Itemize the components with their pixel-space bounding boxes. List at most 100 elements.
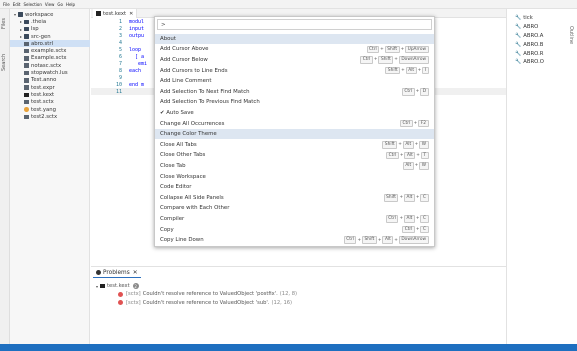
- search-tab[interactable]: Search: [1, 49, 9, 75]
- wrench-icon: 🔧: [515, 32, 522, 39]
- command-label-wrap: Change Color Theme: [160, 131, 217, 137]
- command-label-wrap: Close Tab: [160, 163, 186, 169]
- tab-problems[interactable]: Problems ✕: [93, 268, 141, 278]
- line-number: 6: [118, 54, 122, 60]
- plus-sign: +: [417, 68, 422, 74]
- menu-item[interactable]: View: [45, 2, 55, 7]
- folder-item[interactable]: ▸ .theia: [10, 18, 90, 25]
- command-palette-input[interactable]: >: [157, 19, 432, 30]
- folder-icon: [24, 26, 29, 32]
- command-label-wrap: Code Editor: [160, 184, 191, 190]
- close-icon[interactable]: ✕: [129, 11, 133, 17]
- file-item[interactable]: test.kext: [10, 91, 90, 98]
- command-label: Close Tab: [160, 162, 186, 169]
- outline-label: ABRO.O: [523, 59, 544, 66]
- key-cap: UpArrow: [405, 45, 429, 54]
- command-item[interactable]: Copy Ctrl + C: [155, 225, 434, 235]
- command-item[interactable]: Close Other Tabs Ctrl + Alt + T: [155, 151, 434, 161]
- command-item[interactable]: Add Cursors to Line Ends Shift + Alt + I: [155, 66, 434, 76]
- menu-item[interactable]: Selection: [23, 2, 41, 7]
- key-cap: Alt: [402, 141, 414, 149]
- menu-item[interactable]: Go: [57, 2, 63, 7]
- command-item[interactable]: Close All Tabs Shift + Alt + W: [155, 140, 434, 150]
- command-item[interactable]: Copy Line Down Ctrl + Shift + Alt + DownArrow: [155, 235, 434, 245]
- tab-label: test.kext: [103, 10, 127, 17]
- folder-item[interactable]: ▾ workspace: [10, 11, 90, 18]
- problem-row[interactable]: [sctx] Couldn't resolve reference to Valu…: [118, 290, 297, 298]
- outline-item[interactable]: 🔧 ABRO: [515, 23, 538, 32]
- key-cap: W: [419, 141, 429, 149]
- command-item[interactable]: Compiler Ctrl + Alt + C: [155, 214, 434, 224]
- file-item[interactable]: Example.sctx: [10, 55, 90, 62]
- key-cap: Alt: [404, 151, 416, 160]
- command-label: Add Cursor Above: [160, 46, 209, 53]
- menu-item[interactable]: Edit: [13, 2, 21, 7]
- command-item[interactable]: Compare with Each Other: [155, 204, 434, 214]
- error-icon: [118, 291, 123, 297]
- file-item[interactable]: stopwatch.lus: [10, 69, 90, 76]
- menu-item[interactable]: File: [3, 2, 10, 7]
- command-item[interactable]: Close Workspace: [155, 172, 434, 182]
- file-item[interactable]: test.sctx: [10, 99, 90, 106]
- command-item[interactable]: Add Selection To Next Find Match Ctrl + D: [155, 87, 434, 97]
- key-cap: Ctrl: [401, 88, 415, 96]
- outline-item[interactable]: 🔧 ABRO.R: [515, 49, 544, 58]
- command-label-wrap: Add Line Comment: [160, 78, 212, 84]
- command-label-wrap: About: [160, 36, 176, 42]
- command-item[interactable]: Add Selection To Previous Find Match: [155, 98, 434, 108]
- activity-bar: Files Search: [0, 9, 10, 344]
- outline-item[interactable]: 🔧 ABRO.O: [515, 58, 544, 67]
- keybinding: Shift + Alt + I: [385, 66, 429, 75]
- file-item[interactable]: test2.sctx: [10, 113, 90, 120]
- command-item[interactable]: Code Editor: [155, 182, 434, 192]
- file-item[interactable]: test.yang: [10, 106, 90, 113]
- outline-side-label[interactable]: Outline: [568, 26, 574, 44]
- key-cap: Shift: [385, 66, 401, 75]
- command-item[interactable]: Collapse All Side Panels Shift + Alt + C: [155, 193, 434, 203]
- line-number: 3: [118, 33, 122, 39]
- files-tab[interactable]: Files: [1, 13, 9, 35]
- command-item[interactable]: Change All Occurrences Ctrl + F2: [155, 119, 434, 129]
- file-icon: [24, 85, 29, 90]
- command-item[interactable]: Add Line Comment: [155, 76, 434, 86]
- file-icon: [24, 63, 29, 68]
- command-item[interactable]: Add Cursor Above Ctrl + Shift + UpArrow: [155, 45, 434, 55]
- key-cap: I: [422, 66, 429, 75]
- command-item[interactable]: Close Tab Alt + W: [155, 161, 434, 171]
- folder-item[interactable]: ▸ lsp: [10, 26, 90, 33]
- file-item[interactable]: abro.strl: [10, 40, 90, 48]
- keybinding: Ctrl + F2: [400, 119, 429, 128]
- menu-item[interactable]: Help: [66, 2, 75, 7]
- file-icon: [24, 114, 29, 120]
- tree-item-label: test.expr: [31, 84, 55, 91]
- folder-item[interactable]: ▸ src-gen: [10, 33, 90, 40]
- command-label: Add Selection To Previous Find Match: [160, 99, 260, 106]
- file-item[interactable]: notasc.sctx: [10, 62, 90, 69]
- file-icon: [96, 11, 101, 16]
- plus-sign: +: [394, 237, 398, 243]
- command-item[interactable]: Change Color Theme: [155, 129, 434, 139]
- command-label-wrap: Compiler: [160, 216, 184, 222]
- command-item[interactable]: About: [155, 34, 434, 44]
- outline-item[interactable]: 🔧 ABRO.A: [515, 32, 543, 41]
- outline-item[interactable]: 🔧 ABRO.B: [515, 40, 543, 49]
- problems-panel: Problems ✕ ▾ test.kext 2 [sctx] Couldn't …: [91, 266, 506, 344]
- problem-row[interactable]: [sctx] Couldn't resolve reference to Valu…: [118, 299, 292, 307]
- file-item[interactable]: test.expr: [10, 84, 90, 91]
- file-item[interactable]: example.sctx: [10, 48, 90, 55]
- command-label-wrap: Copy Line Down: [160, 237, 204, 243]
- problems-file-row[interactable]: ▾ test.kext 2: [94, 282, 139, 290]
- keybinding: Ctrl + Alt + T: [386, 151, 429, 160]
- keybinding: Ctrl + C: [402, 225, 429, 234]
- file-item[interactable]: Test.anno: [10, 77, 90, 84]
- command-palette: > About Add Cursor Above Ctrl + Shift + UpArro…: [154, 16, 435, 247]
- command-item[interactable]: ✔ Auto Save: [155, 108, 434, 118]
- command-label-wrap: Add Cursor Below: [160, 57, 208, 63]
- tree-item-label: Example.sctx: [31, 55, 67, 62]
- close-icon[interactable]: ✕: [133, 270, 138, 276]
- tab-test-kext[interactable]: test.kext ✕: [93, 9, 138, 18]
- file-icon: [24, 56, 29, 61]
- command-item[interactable]: Add Cursor Below Ctrl + Shift + DownArrow: [155, 55, 434, 65]
- wrench-icon: 🔧: [515, 50, 522, 57]
- outline-item[interactable]: 🔧 tick: [515, 14, 533, 23]
